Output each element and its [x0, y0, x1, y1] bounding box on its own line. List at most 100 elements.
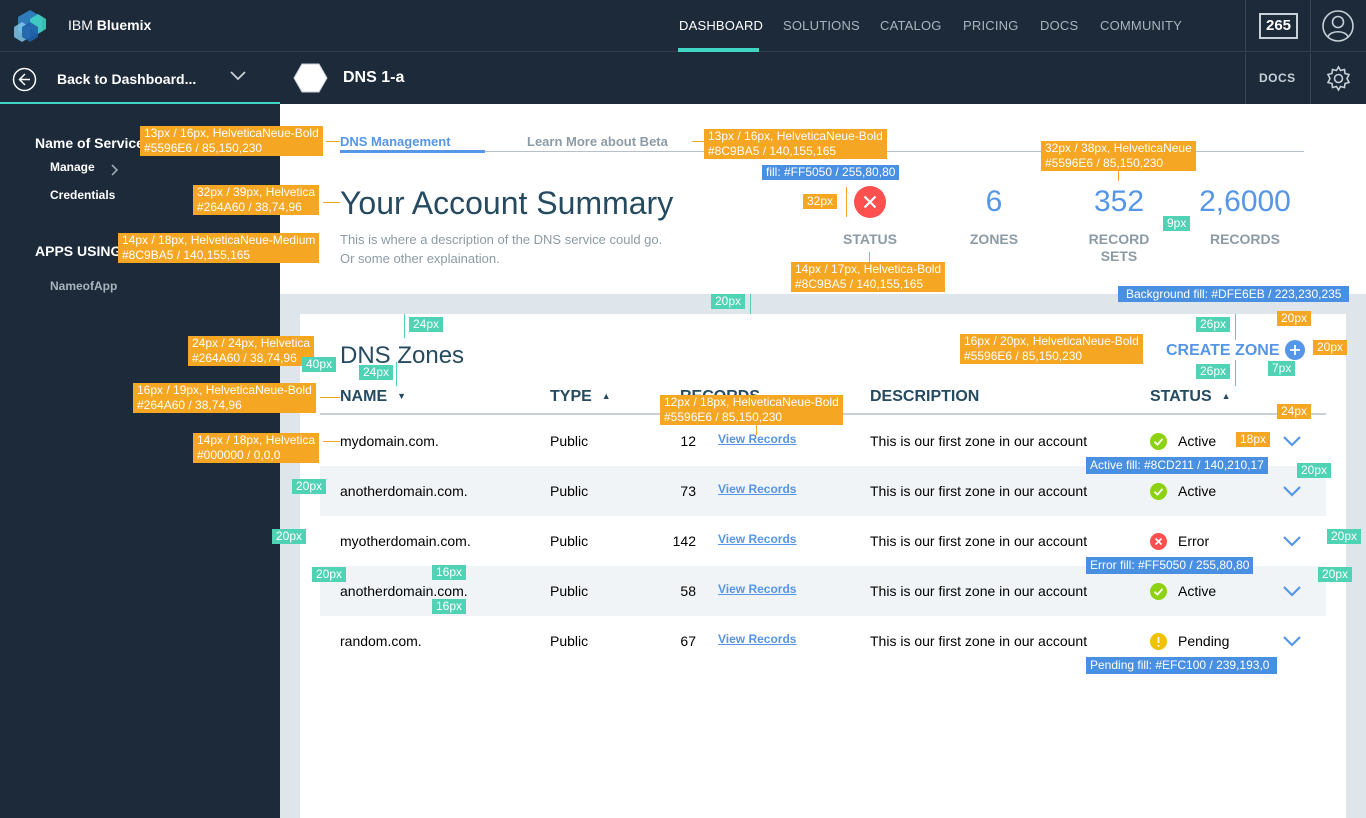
zone-name: anotherdomain.com.	[340, 583, 468, 599]
chevron-down-icon[interactable]	[1282, 584, 1302, 598]
top-navbar: IBM Bluemix DASHBOARD SOLUTIONS CATALOG …	[0, 0, 1366, 52]
spec-annotation: 12px / 18px, HelveticaNeue-Bold #5596E6 /…	[660, 395, 843, 425]
spec-annotation: 16px	[432, 599, 467, 614]
notification-badge[interactable]: 265	[1259, 13, 1298, 39]
record-sets-label: RECORD SETS	[1074, 231, 1164, 265]
chevron-down-icon[interactable]	[1282, 634, 1302, 648]
spec-annotation: 24px	[359, 365, 394, 380]
column-header-description[interactable]: DESCRIPTION	[870, 388, 979, 406]
view-records-link[interactable]: View Records	[718, 582, 796, 596]
spec-annotation: Active fill: #8CD211 / 140,210,17	[1086, 457, 1268, 474]
check-circle-icon	[1150, 483, 1167, 500]
service-title: DNS 1-a	[343, 69, 405, 86]
plus-icon[interactable]	[1285, 340, 1305, 360]
view-records-link[interactable]: View Records	[718, 532, 796, 546]
spec-annotation: Background fill: #DFE6EB / 223,230,235	[1118, 286, 1350, 302]
sidebar-item-manage[interactable]: Manage	[50, 160, 95, 174]
docs-link[interactable]: DOCS	[1259, 71, 1296, 85]
spec-annotation: Error fill: #FF5050 / 255,80,80	[1086, 557, 1254, 574]
view-records-link[interactable]: View Records	[718, 632, 796, 646]
nav-docs[interactable]: DOCS	[1040, 18, 1078, 33]
zone-type: Public	[550, 533, 589, 549]
service-header: Back to Dashboard... DNS 1-a DOCS	[0, 53, 1366, 104]
zone-type: Public	[550, 633, 589, 649]
brand-name[interactable]: IBM Bluemix	[68, 17, 151, 33]
chevron-down-icon[interactable]	[1282, 434, 1302, 448]
zone-status: Pending	[1178, 633, 1230, 649]
back-to-dashboard-link[interactable]: Back to Dashboard...	[57, 71, 196, 87]
spec-annotation: 20px	[711, 294, 746, 309]
spec-leader	[404, 314, 405, 338]
spec-leader	[323, 441, 340, 442]
chevron-down-icon[interactable]	[1282, 484, 1302, 498]
sidebar-item-app[interactable]: NameofApp	[50, 279, 117, 293]
chevron-down-icon[interactable]	[1282, 534, 1302, 548]
description-line: This is where a description of the DNS s…	[340, 232, 663, 247]
spec-annotation: 13px / 16px, HelveticaNeue-Bold #5596E6 /…	[140, 126, 323, 156]
spec-leader	[323, 202, 340, 203]
sort-asc-icon: ▲	[601, 391, 611, 401]
spec-annotation: 32px / 39px, Helvetica #264A60 / 38,74,96	[193, 185, 320, 215]
column-header-status[interactable]: STATUS ▲	[1150, 388, 1231, 406]
spec-leader	[396, 362, 397, 386]
spec-annotation: 20px	[1297, 463, 1332, 478]
summary-description: This is where a description of the DNS s…	[340, 230, 720, 268]
spec-annotation: 26px	[1196, 317, 1231, 332]
status-error-icon	[854, 186, 886, 218]
nav-catalog[interactable]: CATALOG	[880, 18, 942, 33]
zone-status: Error	[1178, 533, 1210, 549]
spec-leader	[1235, 360, 1236, 386]
spec-annotation: 14px / 17px, Helvetica-Bold #8C9BA5 / 140…	[791, 262, 946, 292]
zone-type: Public	[550, 433, 589, 449]
spec-annotation: 18px	[1236, 432, 1271, 447]
spec-annotation: 32px / 38px, HelveticaNeue #5596E6 / 85,1…	[1041, 141, 1196, 171]
zone-status: Active	[1178, 433, 1217, 449]
spec-annotation: 26px	[1196, 364, 1231, 379]
chevron-down-icon[interactable]	[229, 69, 247, 83]
spec-annotation: 9px	[1163, 216, 1191, 231]
column-header-type[interactable]: TYPE ▲	[550, 388, 611, 406]
spec-annotation: fill: #FF5050 / 255,80,80	[762, 165, 900, 180]
nav-solutions[interactable]: SOLUTIONS	[783, 18, 860, 33]
spec-leader	[1235, 314, 1236, 340]
create-zone-button[interactable]: CREATE ZONE	[1166, 342, 1279, 360]
nav-pricing[interactable]: PRICING	[963, 18, 1019, 33]
nav-dashboard[interactable]: DASHBOARD	[679, 18, 763, 33]
service-hexagon-icon	[293, 63, 328, 93]
spec-annotation: 16px / 20px, HelveticaNeue-Bold #5596E6 /…	[960, 334, 1143, 364]
spec-annotation: 32px	[803, 194, 838, 209]
gear-icon[interactable]	[1325, 65, 1352, 92]
check-circle-icon	[1150, 583, 1167, 600]
tab-active-indicator	[340, 150, 485, 153]
view-records-link[interactable]: View Records	[718, 432, 796, 446]
page-title: Your Account Summary	[340, 185, 674, 221]
bluemix-logo-icon[interactable]	[12, 8, 48, 44]
spec-annotation: 20px	[1318, 567, 1353, 582]
spec-leader	[1118, 171, 1119, 181]
spec-leader	[756, 425, 757, 435]
zone-record-count: 67	[680, 633, 696, 649]
tab-learn-more-beta[interactable]: Learn More about Beta	[527, 134, 668, 149]
zone-name: mydomain.com.	[340, 433, 439, 449]
nav-divider	[1310, 0, 1311, 52]
spec-annotation: Pending fill: #EFC100 / 239,193,0	[1086, 657, 1278, 674]
zone-description: This is our first zone in our account	[870, 533, 1088, 549]
nav-community[interactable]: COMMUNITY	[1100, 18, 1182, 33]
spec-annotation: 14px / 18px, HelveticaNeue-Medium #8C9BA5…	[118, 233, 320, 263]
zone-name: myotherdomain.com.	[340, 533, 471, 549]
check-circle-icon	[1150, 433, 1167, 450]
spec-annotation: 24px / 24px, Helvetica #264A60 / 38,74,96	[188, 336, 315, 366]
zones-count: 6	[985, 185, 1003, 218]
zone-type: Public	[550, 583, 589, 599]
view-records-link[interactable]: View Records	[718, 482, 796, 496]
column-header-name[interactable]: NAME ▼	[340, 388, 406, 406]
spec-annotation: 20px	[312, 567, 347, 582]
spec-annotation: 24px	[409, 317, 444, 332]
sidebar-item-credentials[interactable]: Credentials	[50, 188, 115, 202]
spec-annotation: 14px / 18px, Helvetica #000000 / 0,0,0	[193, 433, 320, 463]
zone-description: This is our first zone in our account	[870, 433, 1088, 449]
user-avatar-icon[interactable]	[1322, 10, 1354, 42]
spec-annotation: 20px	[292, 479, 327, 494]
back-arrow-icon[interactable]	[12, 67, 37, 92]
tab-dns-management[interactable]: DNS Management	[340, 134, 451, 149]
